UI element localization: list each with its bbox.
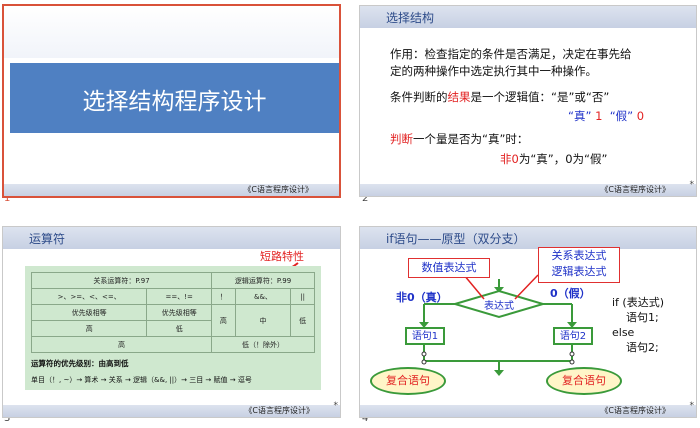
logical-expression-text: 逻辑表达式: [551, 265, 607, 278]
slide-star-mark: *: [333, 401, 339, 411]
text: 一个量是否为“真”时：: [413, 132, 529, 146]
one-text: 1: [595, 109, 603, 123]
relational-expression-text: 关系表达式: [551, 249, 607, 262]
precedence-line: 单目（！, ~）→ 算术 → 关系 → 逻辑（&&, ||）→ 三目 → 赋值 …: [31, 376, 252, 384]
table-cell: 低（！除外）: [211, 336, 315, 353]
body-line-6: 非0为“真”，0为“假”: [500, 151, 607, 167]
operator-table: 关系运算符：P.97 逻辑运算符：P.99 >、>=、<、<=、 ==、!= ！…: [30, 272, 315, 353]
code-sample: if (表达式) 语句1; else 语句2;: [612, 295, 664, 355]
body-line-4: “真” 1 “假” 0: [568, 108, 644, 124]
table-cell: 低: [146, 320, 213, 337]
table-cell: 高: [211, 304, 236, 337]
table-cell: 高: [30, 336, 213, 353]
slide-thumbnail-4[interactable]: if语句——原型（双分支） 数值表达式 关系表达式 逻辑表达式 非0（真） 0（…: [359, 226, 697, 418]
code-line: 语句2;: [626, 341, 659, 354]
slide-thumbnail-1[interactable]: 选择结构程序设计 《C语言程序设计》: [2, 4, 341, 198]
true-text: “真”: [568, 109, 592, 123]
table-cell: 逻辑运算符：P.99: [211, 272, 315, 289]
slide-title: 选择结构: [386, 11, 435, 25]
compound-statement-cloud-2: 复合语句: [546, 367, 622, 395]
relational-logical-expression-label: 关系表达式 逻辑表达式: [538, 247, 620, 283]
table-cell: 高: [30, 320, 148, 337]
statement-1-box: 语句1: [405, 327, 445, 345]
table-cell: >、>=、<、<=、: [30, 288, 148, 305]
code-line: else: [612, 326, 635, 339]
code-line: if (表达式): [612, 296, 665, 309]
slide-footer-text: 《C语言程序设计》: [600, 406, 670, 415]
table-cell: 关系运算符：P.97: [30, 272, 213, 289]
body-line-2: 定的两种操作中选定执行其中一种操作。: [390, 64, 597, 78]
expression-diamond-label: 表达式: [484, 301, 514, 312]
precedence-title: 运算符的优先级别：由高到低: [31, 359, 129, 368]
slide-thumbnail-2[interactable]: 选择结构 作用：检查指定的条件是否满足，决定在事先给 定的两种操作中选定执行其中…: [359, 5, 697, 197]
slide-thumbnail-3[interactable]: 运算符 短路特性 关系运算符：P.97 逻辑运算符：P.99 >、>=、<、<=…: [2, 226, 341, 418]
slide-footer-text: 《C语言程序设计》: [244, 406, 314, 415]
text: 是一个逻辑值：“是”或“否”: [470, 90, 610, 104]
slide-footer-bar: 《C语言程序设计》: [360, 184, 696, 196]
slide-title-bar: 选择结构: [360, 6, 696, 28]
slide-footer-bar: 《C语言程序设计》: [360, 405, 696, 417]
slide-footer-bar: 《C语言程序设计》: [3, 405, 340, 417]
code-line: 语句1;: [626, 311, 659, 324]
body-line-5: 判断一个量是否为“真”时：: [390, 131, 528, 147]
table-cell: ||: [290, 288, 315, 305]
text: 为“真”，0为“假”: [518, 152, 608, 166]
table-cell: ==、!=: [146, 288, 213, 305]
slide-footer-bar: 《C语言程序设计》: [4, 184, 339, 196]
zero-text: 0: [636, 109, 645, 123]
title-band: 选择结构程序设计: [10, 63, 339, 133]
false-branch-label: 0（假）: [550, 287, 591, 300]
highlight-text: 判断: [390, 132, 413, 146]
table-cell: &&、: [234, 288, 292, 305]
slide-footer-text: 《C语言程序设计》: [243, 185, 313, 194]
table-cell: 优先级相等: [146, 304, 213, 321]
body-line-3: 条件判断的结果是一个逻辑值：“是”或“否”: [390, 89, 609, 105]
text: 条件判断的: [390, 90, 448, 104]
numeric-expression-label: 数值表达式: [408, 258, 490, 278]
table-cell: ！: [211, 288, 236, 305]
body-line-1: 作用：检查指定的条件是否满足，决定在事先给: [390, 47, 632, 61]
table-cell: 低: [290, 304, 315, 337]
slide-title: 运算符: [29, 232, 66, 246]
slide-background-top: [4, 6, 339, 58]
slide-footer-text: 《C语言程序设计》: [600, 185, 670, 194]
slide-star-mark: *: [689, 401, 695, 411]
table-cell: 优先级相等: [30, 304, 148, 321]
compound-statement-cloud-1: 复合语句: [370, 367, 446, 395]
highlight-text: 结果: [447, 90, 471, 104]
operator-table-panel: 关系运算符：P.97 逻辑运算符：P.99 >、>=、<、<=、 ==、!= ！…: [25, 266, 321, 390]
false-text: “假”: [609, 109, 634, 123]
table-cell: 中: [234, 304, 292, 337]
slide-title-bar: 运算符: [3, 227, 340, 249]
highlight-text: 非0: [500, 152, 519, 166]
slide-title: 选择结构程序设计: [82, 89, 267, 115]
slide-star-mark: *: [689, 180, 695, 190]
statement-2-box: 语句2: [553, 327, 593, 345]
true-branch-label: 非0（真）: [396, 291, 448, 304]
